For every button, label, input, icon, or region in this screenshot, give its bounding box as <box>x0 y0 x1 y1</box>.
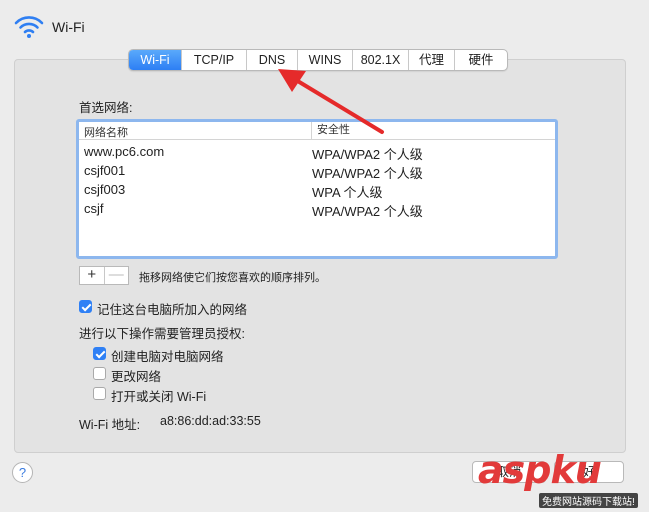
tab-hardware[interactable]: 硬件 <box>455 50 507 70</box>
create-computer-network-checkbox[interactable] <box>93 347 106 360</box>
window-title: Wi-Fi <box>52 19 85 35</box>
wifi-icon <box>14 16 44 38</box>
preferred-networks-table[interactable]: 网络名称 安全性 www.pc6.com WPA/WPA2 个人级 csjf00… <box>76 119 558 259</box>
add-remove-control: + — <box>79 266 129 285</box>
network-name: csjf <box>84 201 104 216</box>
watermark-subtitle: 免费网站源码下载站! <box>539 493 638 508</box>
wifi-address-label: Wi-Fi 地址: <box>79 418 141 432</box>
wifi-address-value: a8:86:dd:ad:33:55 <box>160 414 261 428</box>
tab-proxy[interactable]: 代理 <box>409 50 455 70</box>
tab-tcpip[interactable]: TCP/IP <box>182 50 247 70</box>
change-networks-label: 更改网络 <box>111 370 162 384</box>
create-computer-network-label: 创建电脑对电脑网络 <box>111 350 224 364</box>
help-button[interactable]: ? <box>12 462 33 483</box>
toggle-wifi-label: 打开或关闭 Wi-Fi <box>111 390 207 404</box>
add-network-button[interactable]: + <box>80 267 105 284</box>
table-row[interactable]: csjf001 WPA/WPA2 个人级 <box>79 161 555 181</box>
toggle-wifi-checkbox[interactable] <box>93 387 106 400</box>
table-row[interactable]: csjf WPA/WPA2 个人级 <box>79 199 555 219</box>
network-name: csjf003 <box>84 182 126 197</box>
reorder-hint: 拖移网络使它们按您喜欢的顺序排列。 <box>139 272 326 284</box>
network-name: www.pc6.com <box>84 144 165 159</box>
preferred-networks-label: 首选网络: <box>79 101 133 115</box>
admin-auth-label: 进行以下操作需要管理员授权: <box>79 327 245 341</box>
tab-wifi[interactable]: Wi-Fi <box>129 50 182 70</box>
remember-networks-checkbox[interactable] <box>79 300 92 313</box>
remember-networks-label: 记住这台电脑所加入的网络 <box>97 303 248 317</box>
watermark-logo: aspku <box>478 448 602 492</box>
network-name: csjf001 <box>84 163 126 178</box>
remove-network-button[interactable]: — <box>105 267 129 284</box>
column-network-name[interactable]: 网络名称 <box>84 124 128 140</box>
annotation-arrow-icon <box>278 69 384 134</box>
network-security: WPA/WPA2 个人级 <box>312 204 423 219</box>
table-row[interactable]: csjf003 WPA 个人级 <box>79 180 555 200</box>
change-networks-checkbox[interactable] <box>93 367 106 380</box>
table-row[interactable]: www.pc6.com WPA/WPA2 个人级 <box>79 142 555 162</box>
